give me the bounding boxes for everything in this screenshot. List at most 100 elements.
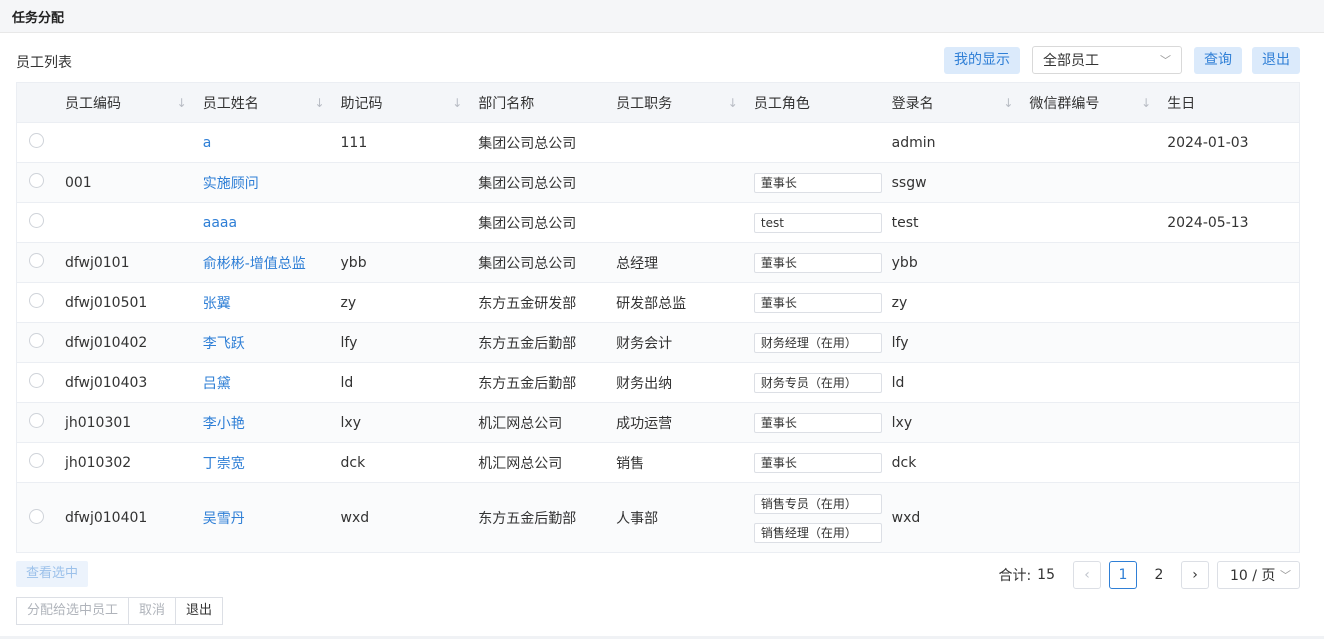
cell-login: ld bbox=[882, 375, 1020, 391]
header-login[interactable]: 登录名 ↓ bbox=[882, 83, 1020, 122]
cell-dept-text: 集团公司总公司 bbox=[478, 175, 577, 192]
role-tag: 董事长 bbox=[753, 412, 882, 433]
cell-dept-text: 机汇网总公司 bbox=[478, 455, 563, 472]
row-radio bbox=[17, 133, 55, 152]
cell-roles: 董事长 bbox=[744, 292, 882, 313]
cell-login-text: ld bbox=[891, 374, 905, 391]
header-wechat[interactable]: 微信群编号 ↓ bbox=[1019, 83, 1157, 122]
view-selected-button[interactable]: 查看选中 bbox=[16, 561, 89, 587]
header-name[interactable]: 员工姓名 ↓ bbox=[193, 83, 331, 122]
sort-icon[interactable]: ↓ bbox=[452, 96, 462, 110]
header-birthday: 生日 bbox=[1167, 95, 1196, 112]
cell-mnemonic: lxy bbox=[331, 415, 469, 431]
table-row[interactable]: dfwj010403 吕黛 ld 东方五金后勤部 财务出纳 财务专员（在用） ld bbox=[17, 363, 1299, 403]
sort-icon[interactable]: ↓ bbox=[177, 96, 187, 110]
header-code[interactable]: 员工编码 ↓ bbox=[55, 83, 193, 122]
radio-button[interactable] bbox=[29, 373, 44, 388]
cell-dept: 东方五金后勤部 bbox=[468, 333, 606, 353]
action-button-group: 分配给选中员工 取消 退出 bbox=[16, 597, 224, 625]
role-tag: 董事长 bbox=[753, 452, 882, 473]
employee-name-link[interactable]: 李飞跃 bbox=[203, 336, 245, 352]
page-size-select[interactable]: 10 / 页 ﹀ bbox=[1217, 561, 1300, 589]
cell-code: dfwj010401 bbox=[55, 510, 193, 526]
query-button[interactable]: 查询 bbox=[1194, 46, 1242, 74]
cell-title-text: 总经理 bbox=[616, 255, 659, 272]
cell-code: jh010302 bbox=[55, 455, 193, 471]
assign-to-selected-button[interactable]: 分配给选中员工 bbox=[16, 597, 130, 625]
employee-name-link[interactable]: a bbox=[203, 135, 212, 151]
table-row[interactable]: a 111 集团公司总公司 admin 2024-01-03 bbox=[17, 123, 1299, 163]
employee-filter-select[interactable]: 全部员工 ﹀ bbox=[1032, 46, 1182, 74]
prev-page-icon[interactable]: ‹ bbox=[1073, 561, 1101, 589]
table-row[interactable]: aaaa 集团公司总公司 test test 2024-05-13 bbox=[17, 203, 1299, 243]
radio-button[interactable] bbox=[29, 453, 44, 468]
role-tag: test bbox=[753, 212, 882, 233]
employee-name-link[interactable]: 吕黛 bbox=[203, 376, 231, 392]
radio-button[interactable] bbox=[29, 413, 44, 428]
page-1-button[interactable]: 1 bbox=[1109, 561, 1137, 589]
table-header: 员工编码 ↓ 员工姓名 ↓ 助记码 ↓ 部门名称 员工职务 ↓ 员工角色 登录名 ↓ 微信… bbox=[17, 83, 1299, 123]
page-2-button[interactable]: 2 bbox=[1145, 561, 1173, 589]
table-row[interactable]: dfwj0101 俞彬彬-增值总监 ybb 集团公司总公司 总经理 董事长 ybb bbox=[17, 243, 1299, 283]
table-row[interactable]: dfwj010401 吴雪丹 wxd 东方五金后勤部 人事部 销售专员（在用） 销售经理（在… bbox=[17, 483, 1299, 552]
table-row[interactable]: jh010302 丁崇宽 dck 机汇网总公司 销售 董事长 dck bbox=[17, 443, 1299, 483]
cell-mnemonic: ybb bbox=[331, 255, 469, 271]
sort-icon[interactable]: ↓ bbox=[728, 96, 738, 110]
radio-button[interactable] bbox=[29, 508, 44, 524]
cell-birthday: 2024-01-03 bbox=[1157, 135, 1299, 151]
radio-button[interactable] bbox=[29, 333, 44, 348]
cell-mnemonic: 111 bbox=[331, 135, 469, 151]
cell-roles: 财务专员（在用） bbox=[744, 372, 882, 393]
cell-login: zy bbox=[882, 295, 1020, 311]
cell-login-text: admin bbox=[891, 134, 936, 151]
radio-button[interactable] bbox=[29, 133, 44, 148]
employee-name-link[interactable]: 李小艳 bbox=[203, 416, 245, 432]
cell-name: a bbox=[193, 135, 331, 151]
cell-code-text: dfwj010401 bbox=[64, 510, 148, 526]
cell-name: 张翼 bbox=[193, 293, 331, 313]
main-panel: 员工列表 我的显示 全部员工 ﹀ 查询 退出 员工编码 ↓ 员工姓名 ↓ 助记码 ↓ … bbox=[0, 33, 1324, 636]
cell-title-text: 成功运营 bbox=[616, 415, 673, 432]
sort-icon[interactable]: ↓ bbox=[314, 96, 324, 110]
cell-title: 财务出纳 bbox=[606, 373, 744, 393]
sort-icon[interactable]: ↓ bbox=[1003, 96, 1013, 110]
sort-icon[interactable]: ↓ bbox=[1141, 96, 1151, 110]
cell-login-text: ybb bbox=[891, 254, 918, 271]
table-row[interactable]: dfwj010402 李飞跃 lfy 东方五金后勤部 财务会计 财务经理（在用） lfy bbox=[17, 323, 1299, 363]
exit-button[interactable]: 退出 bbox=[1252, 46, 1300, 74]
cell-roles: 董事长 bbox=[744, 412, 882, 433]
employee-name-link[interactable]: 俞彬彬-增值总监 bbox=[203, 256, 306, 272]
employee-name-link[interactable]: 吴雪丹 bbox=[203, 511, 245, 527]
cell-name: 实施顾问 bbox=[193, 173, 331, 193]
radio-button[interactable] bbox=[29, 213, 44, 228]
cancel-button[interactable]: 取消 bbox=[129, 597, 177, 625]
cell-mnemonic: dck bbox=[331, 455, 469, 471]
cell-dept-text: 东方五金后勤部 bbox=[478, 511, 577, 527]
radio-button[interactable] bbox=[29, 173, 44, 188]
cell-code-text: dfwj0101 bbox=[64, 254, 130, 271]
header-mnemonic[interactable]: 助记码 ↓ bbox=[331, 83, 469, 122]
cell-dept-text: 东方五金后勤部 bbox=[478, 375, 577, 392]
footer-exit-button[interactable]: 退出 bbox=[176, 597, 224, 625]
cell-mnemonic-text: lxy bbox=[340, 414, 361, 431]
cell-dept: 东方五金研发部 bbox=[468, 293, 606, 313]
table-row[interactable]: jh010301 李小艳 lxy 机汇网总公司 成功运营 董事长 lxy bbox=[17, 403, 1299, 443]
cell-mnemonic-text: ybb bbox=[340, 254, 367, 271]
header-title[interactable]: 员工职务 ↓ bbox=[606, 83, 744, 122]
next-page-icon[interactable]: › bbox=[1181, 561, 1209, 589]
table-row[interactable]: dfwj010501 张翼 zy 东方五金研发部 研发部总监 董事长 zy bbox=[17, 283, 1299, 323]
cell-mnemonic: lfy bbox=[331, 335, 469, 351]
radio-button[interactable] bbox=[29, 293, 44, 308]
employee-name-link[interactable]: aaaa bbox=[203, 215, 237, 231]
cell-dept-text: 机汇网总公司 bbox=[478, 415, 563, 432]
table-row[interactable]: 001 实施顾问 集团公司总公司 董事长 ssgw bbox=[17, 163, 1299, 203]
radio-button[interactable] bbox=[29, 253, 44, 268]
role-tag: 董事长 bbox=[753, 252, 882, 273]
role-tag: 销售专员（在用） bbox=[753, 493, 882, 514]
cell-dept: 集团公司总公司 bbox=[468, 133, 606, 153]
employee-name-link[interactable]: 实施顾问 bbox=[203, 176, 259, 192]
cell-mnemonic: ld bbox=[331, 375, 469, 391]
my-display-button[interactable]: 我的显示 bbox=[944, 46, 1020, 74]
employee-name-link[interactable]: 丁崇宽 bbox=[203, 456, 245, 472]
employee-name-link[interactable]: 张翼 bbox=[203, 296, 231, 312]
